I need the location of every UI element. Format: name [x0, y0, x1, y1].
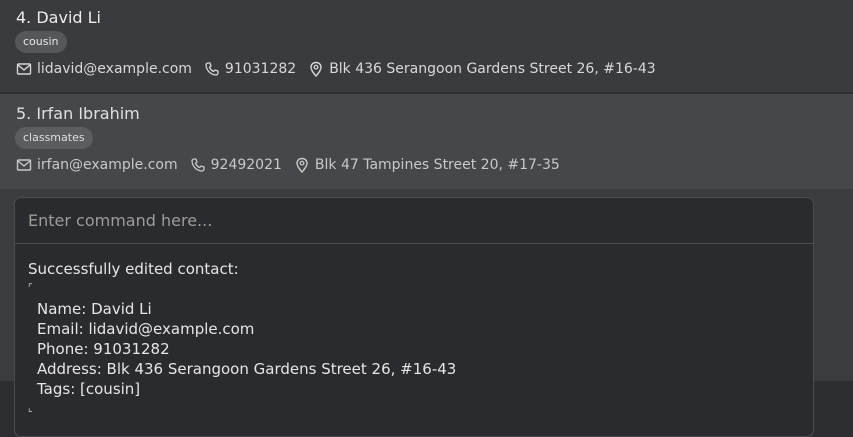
contact-name: 5. Irfan Ibrahim — [16, 104, 140, 123]
result-line-name: Name: David Li — [37, 300, 152, 318]
command-panel: Successfully edited contact: ⌜ Name: Dav… — [14, 197, 814, 437]
phone-icon — [190, 157, 206, 173]
open-bracket: ⌜ — [28, 283, 33, 294]
location-pin-icon — [294, 157, 310, 173]
contact-address: Blk 47 Tampines Street 20, #17-35 — [314, 157, 560, 173]
phone-icon — [204, 61, 220, 77]
result-line-tags: Tags: [cousin] — [37, 380, 141, 398]
contact-name: 4. David Li — [16, 8, 101, 27]
command-input[interactable] — [15, 198, 813, 244]
contact-phone: 92492021 — [210, 157, 282, 173]
result-line-email: Email: lidavid@example.com — [37, 320, 255, 338]
tag-badge: classmates — [15, 127, 93, 149]
contact-email: irfan@example.com — [37, 157, 178, 173]
close-bracket: ⌞ — [28, 403, 33, 414]
envelope-icon — [16, 157, 32, 173]
result-heading: Successfully edited contact: — [28, 260, 239, 278]
contact-details: irfan@example.com 92492021 Blk 47 Tampin… — [16, 156, 560, 174]
contact-card-5[interactable]: 5. Irfan Ibrahim classmates irfan@exampl… — [0, 94, 853, 189]
contact-phone: 91031282 — [224, 61, 297, 77]
contact-card-4[interactable]: 4. David Li cousin lidavid@example.com 9… — [0, 0, 853, 93]
result-display: Successfully edited contact: ⌜ Name: Dav… — [28, 259, 456, 419]
envelope-icon — [16, 61, 32, 77]
result-line-address: Address: Blk 436 Serangoon Gardens Stree… — [37, 360, 457, 378]
result-line-phone: Phone: 91031282 — [37, 340, 170, 358]
contact-email: lidavid@example.com — [37, 61, 192, 77]
tag-badge: cousin — [15, 31, 67, 53]
contact-address: Blk 436 Serangoon Gardens Street 26, #16… — [329, 61, 656, 77]
location-pin-icon — [308, 61, 324, 77]
contact-details: lidavid@example.com 91031282 Blk 436 Ser… — [16, 60, 656, 78]
